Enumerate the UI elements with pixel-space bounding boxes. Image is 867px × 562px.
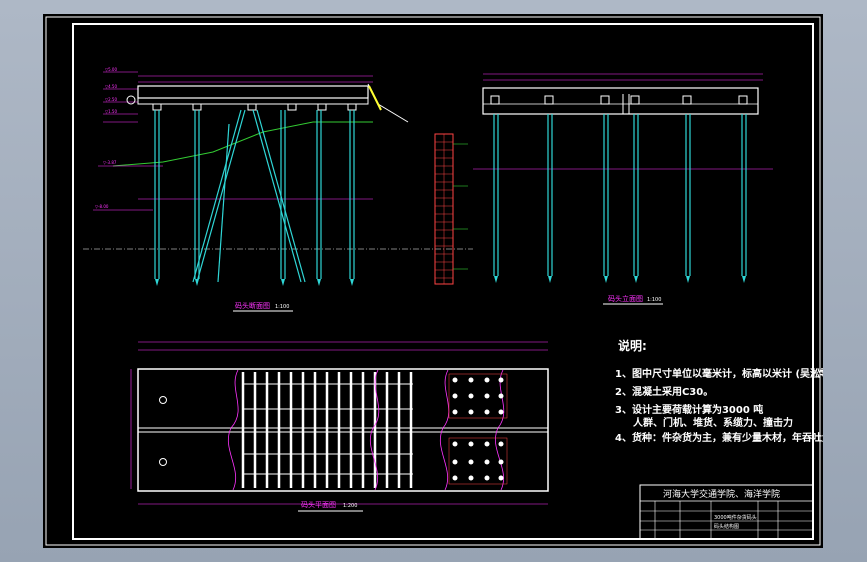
plan-view-scale: 1:200: [343, 503, 357, 509]
note-line-4: 人群、门机、堆货、系缆力、撞击力: [633, 416, 793, 429]
cad-drawing: ▽5.00 ▽4.50 ▽2.50 ▽1.50 ▽-3.87 ▽-8.00 码头…: [45, 16, 823, 546]
elevation-view-title: 码头断面图: [235, 301, 270, 310]
bollard-icon: [159, 396, 167, 404]
side-view-title: 码头立面图: [608, 294, 643, 303]
bollard-icon: [159, 458, 167, 466]
note-line-3: 3、设计主要荷载计算为3000 吨: [615, 403, 763, 416]
svg-text:▽1.50: ▽1.50: [105, 109, 117, 114]
plan-view: 码头平面图 1:200: [130, 341, 549, 512]
side-view-scale: 1:100: [647, 297, 661, 303]
note-line-1: 1、图中尺寸单位以毫米计，标高以米计 (吴淞零点)。: [615, 367, 823, 380]
plan-view-title: 码头平面图: [301, 500, 336, 509]
svg-text:▽5.00: ▽5.00: [105, 67, 117, 72]
svg-text:▽2.50: ▽2.50: [105, 97, 117, 102]
title-block-project: 3000吨件杂货码头: [714, 514, 757, 521]
note-line-5: 4、货种：件杂货为主，兼有少量木材，年吞吐量为XX万吨: [615, 431, 823, 444]
inner-border: [72, 23, 814, 540]
notes: 说明: 1、图中尺寸单位以毫米计，标高以米计 (吴淞零点)。 2、混凝土采用C3…: [615, 338, 823, 444]
pile-detail: [434, 133, 468, 285]
title-block-drawing-name: 码头结构图: [714, 523, 739, 530]
drawing-sheet: ▽5.00 ▽4.50 ▽2.50 ▽1.50 ▽-3.87 ▽-8.00 码头…: [43, 14, 823, 548]
elevation-view: ▽5.00 ▽4.50 ▽2.50 ▽1.50 ▽-3.87 ▽-8.00 码头…: [83, 67, 473, 312]
svg-text:▽-8.00: ▽-8.00: [95, 204, 109, 209]
elevation-view-scale: 1:100: [275, 304, 289, 310]
note-line-2: 2、混凝土采用C30。: [615, 385, 713, 398]
notes-title: 说明:: [618, 338, 647, 353]
svg-text:▽-3.87: ▽-3.87: [103, 160, 117, 165]
title-block-school: 河海大学交通学院、海洋学院: [663, 488, 780, 500]
svg-text:▽4.50: ▽4.50: [105, 84, 117, 89]
side-view: 码头立面图 1:100: [473, 73, 773, 305]
title-block: 河海大学交通学院、海洋学院 3000吨件杂货码头 码头结构图: [639, 484, 814, 540]
